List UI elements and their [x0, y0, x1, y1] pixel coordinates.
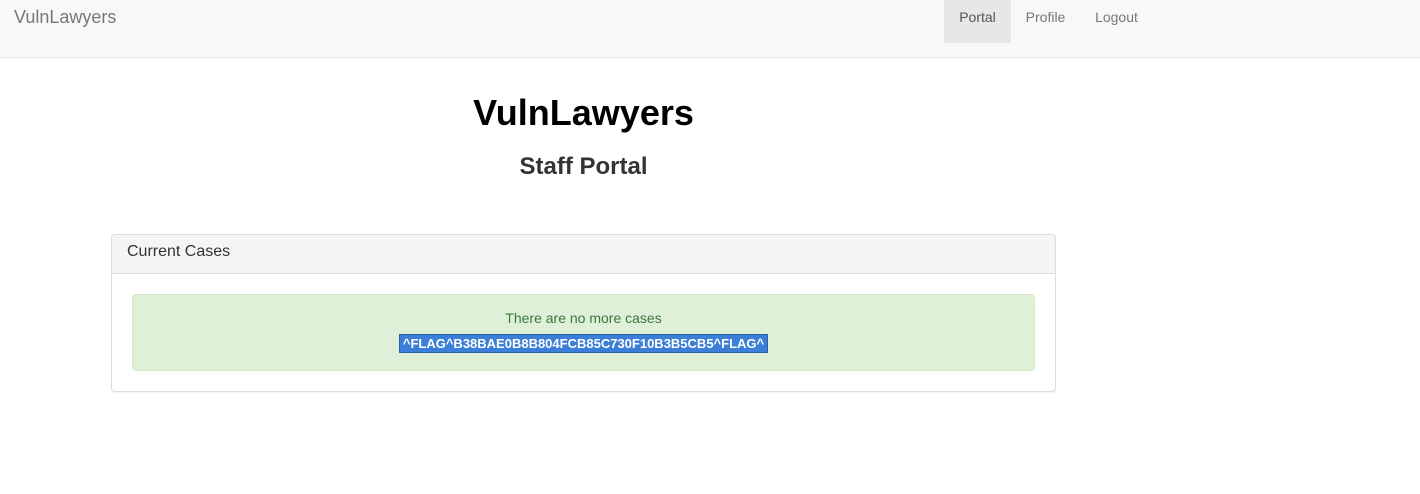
current-cases-panel: Current Cases There are no more cases ^F… [111, 234, 1056, 392]
no-cases-message: There are no more cases [505, 310, 662, 326]
success-alert: There are no more cases ^FLAG^B38BAE0B8B… [132, 294, 1035, 371]
panel-heading: Current Cases [112, 235, 1055, 274]
brand-link[interactable]: VulnLawyers [14, 7, 116, 28]
top-navbar: VulnLawyers Portal Profile Logout [0, 0, 1420, 58]
page-subtitle: Staff Portal [519, 153, 648, 180]
nav-logout[interactable]: Logout [1080, 0, 1153, 43]
flag-line: ^FLAG^B38BAE0B8B804FCB85C730F10B3B5CB5^F… [133, 334, 1034, 353]
page-title: VulnLawyers [473, 92, 694, 133]
nav-profile[interactable]: Profile [1011, 0, 1080, 43]
nav-portal[interactable]: Portal [944, 0, 1011, 43]
flag-text[interactable]: ^FLAG^B38BAE0B8B804FCB85C730F10B3B5CB5^F… [398, 334, 769, 353]
